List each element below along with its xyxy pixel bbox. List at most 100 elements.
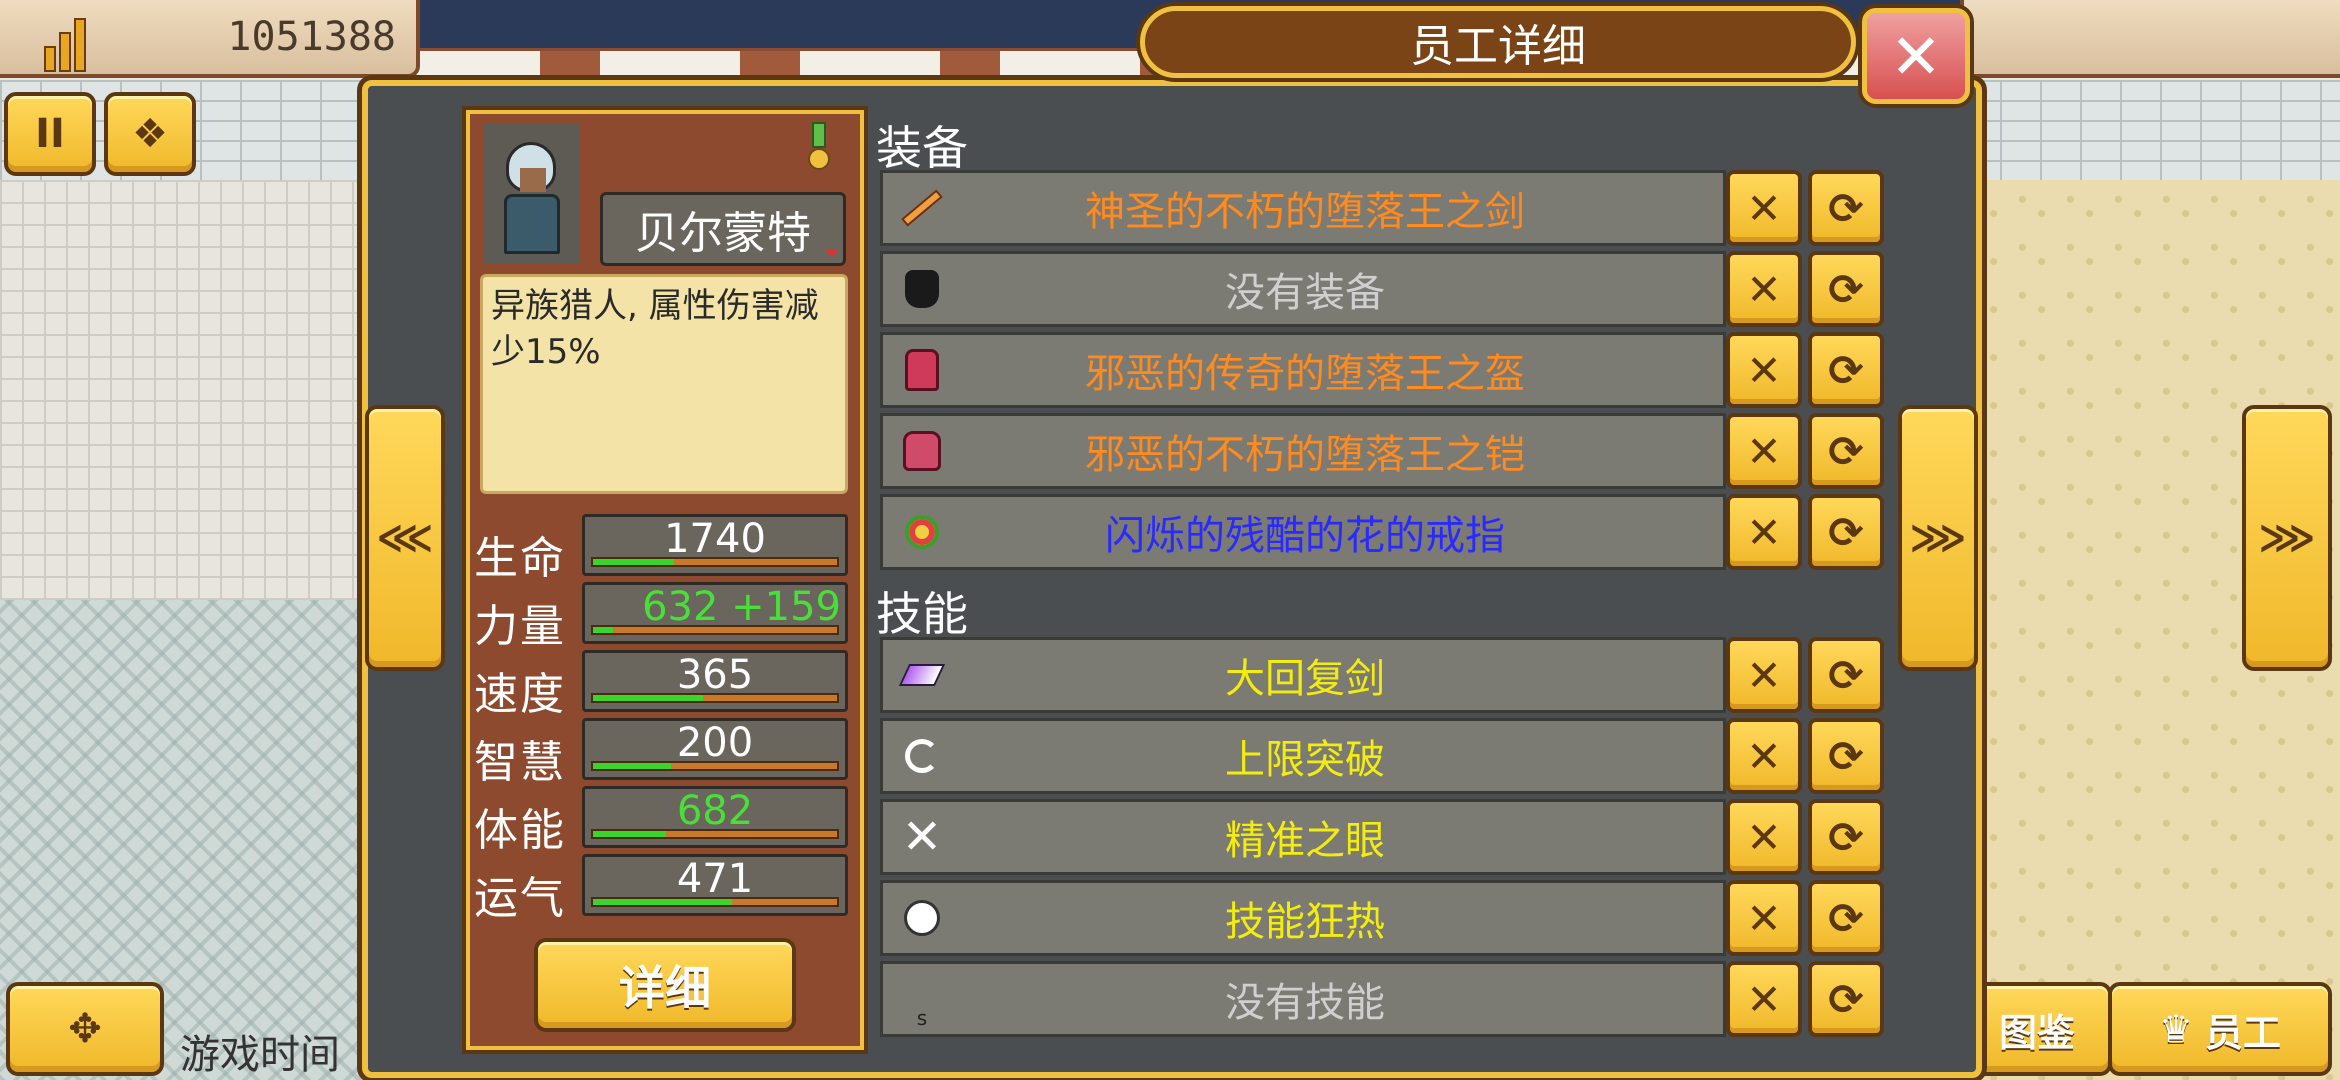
equipment-slot-body[interactable]: 闪烁的残酷的花的戒指	[880, 494, 1726, 570]
stat-row: 运气 471	[470, 854, 860, 924]
stat-label: 生命	[474, 533, 566, 584]
unequip-button[interactable]: ✕	[1726, 413, 1802, 489]
skill-slot[interactable]: s 没有技能 ✕ ⟳	[880, 961, 1886, 1037]
skill-slot-body[interactable]: s 没有技能	[880, 961, 1726, 1037]
cross-icon: ✕	[1746, 426, 1782, 476]
unequip-button[interactable]: ✕	[1726, 494, 1802, 570]
unequip-button[interactable]: ✕	[1726, 961, 1802, 1037]
equipment-name: 邪恶的传奇的堕落王之盔	[1085, 351, 1525, 397]
unequip-button[interactable]: ✕	[1726, 332, 1802, 408]
character-description: 异族猎人, 属性伤害减少15%	[480, 274, 848, 494]
skill-slot[interactable]: 大回复剑 ✕ ⟳	[880, 637, 1886, 713]
stat-progress-fill	[593, 763, 672, 769]
swap-icon: ⟳	[1828, 812, 1864, 862]
unequip-button[interactable]: ✕	[1726, 170, 1802, 246]
swap-button[interactable]: ⟳	[1808, 637, 1884, 713]
equipment-slot[interactable]: 没有装备 ✕ ⟳	[880, 251, 1886, 327]
character-name-field[interactable]: 贝尔蒙特	[600, 192, 846, 266]
skill-slot-body[interactable]: 技能狂热	[880, 880, 1726, 956]
unequip-button[interactable]: ✕	[1726, 251, 1802, 327]
skill-slot-body[interactable]: 大回复剑	[880, 637, 1726, 713]
stat-progress-fill	[593, 627, 613, 633]
ring-icon	[887, 497, 957, 567]
swap-icon: ⟳	[1828, 507, 1864, 557]
swap-icon: ⟳	[1828, 731, 1864, 781]
stat-value: 632 +159	[642, 584, 841, 630]
medal-icon	[806, 122, 832, 172]
next-page-button[interactable]: ⋙	[2242, 405, 2332, 671]
stat-value: 471	[676, 856, 754, 902]
gem-icon: ❖	[132, 111, 168, 157]
dropdown-caret-icon	[825, 249, 839, 257]
stats-list: 生命 1740 力量 632 +159 速度 365 智慧 200 体能 682 运气 471	[470, 514, 860, 924]
cross-icon: ✕	[1746, 893, 1782, 943]
equipment-slot[interactable]: 邪恶的传奇的堕落王之盔 ✕ ⟳	[880, 332, 1886, 408]
equipment-slot-body[interactable]: 没有装备	[880, 251, 1726, 327]
skill-slot-body[interactable]: 上限突破	[880, 718, 1726, 794]
skill-slot[interactable]: 上限突破 ✕ ⟳	[880, 718, 1886, 794]
chain-icon	[887, 721, 957, 791]
swap-button[interactable]: ⟳	[1808, 332, 1884, 408]
swap-button[interactable]: ⟳	[1808, 799, 1884, 875]
equipment-slot[interactable]: 邪恶的不朽的堕落王之铠 ✕ ⟳	[880, 413, 1886, 489]
cross-icon: ✕	[1746, 974, 1782, 1024]
double-arrow-right-icon: ⋙	[1909, 515, 1967, 561]
skill-name: 没有技能	[1225, 980, 1385, 1026]
stat-row: 速度 365	[470, 650, 860, 720]
gem-button[interactable]: ❖	[104, 92, 196, 176]
equipment-name: 神圣的不朽的堕落王之剑	[1085, 189, 1525, 235]
swap-button[interactable]: ⟳	[1808, 880, 1884, 956]
equipment-slot[interactable]: 神圣的不朽的堕落王之剑 ✕ ⟳	[880, 170, 1886, 246]
unequip-button[interactable]: ✕	[1726, 799, 1802, 875]
stat-row: 力量 632 +159	[470, 582, 860, 652]
coin-stack-icon	[30, 2, 100, 72]
stat-progress-bar	[591, 761, 839, 771]
game-time-label: 游戏时间	[180, 1032, 340, 1078]
staff-button[interactable]: ♛ 员工	[2108, 982, 2332, 1076]
swap-icon: ⟳	[1828, 426, 1864, 476]
skill-name: 技能狂热	[1225, 899, 1385, 945]
stat-label: 速度	[474, 669, 566, 720]
equipment-slot[interactable]: 闪烁的残酷的花的戒指 ✕ ⟳	[880, 494, 1886, 570]
skill-slot-body[interactable]: ✕ 精准之眼	[880, 799, 1726, 875]
unequip-button[interactable]: ✕	[1726, 718, 1802, 794]
character-portrait	[484, 124, 580, 264]
skill-slot[interactable]: 技能狂热 ✕ ⟳	[880, 880, 1886, 956]
equipment-slot-body[interactable]: 神圣的不朽的堕落王之剑	[880, 170, 1726, 246]
stat-value-box: 200	[582, 718, 848, 780]
stat-progress-bar	[591, 829, 839, 839]
swap-button[interactable]: ⟳	[1808, 494, 1884, 570]
armor-icon	[887, 416, 957, 486]
swap-button[interactable]: ⟳	[1808, 170, 1884, 246]
cross-icon: ✕	[1746, 650, 1782, 700]
stat-row: 智慧 200	[470, 718, 860, 788]
crossed-swords-icon: ✕	[901, 809, 943, 865]
stat-progress-bar	[591, 625, 839, 635]
swap-button[interactable]: ⟳	[1808, 413, 1884, 489]
unequip-button[interactable]: ✕	[1726, 880, 1802, 956]
stat-progress-fill	[593, 831, 667, 837]
previous-employee-button[interactable]: ⋘	[365, 405, 445, 671]
skill-slot[interactable]: ✕ 精准之眼 ✕ ⟳	[880, 799, 1886, 875]
swap-button[interactable]: ⟳	[1808, 718, 1884, 794]
stat-label: 运气	[474, 873, 566, 924]
close-button[interactable]: ✕	[1862, 8, 1970, 104]
detail-button[interactable]: 详细	[534, 938, 796, 1032]
atlas-button[interactable]: 图鉴	[1962, 982, 2112, 1076]
next-employee-button[interactable]: ⋙	[1898, 405, 1978, 671]
swap-button[interactable]: ⟳	[1808, 961, 1884, 1037]
stat-progress-bar	[591, 897, 839, 907]
equipment-slot-body[interactable]: 邪恶的不朽的堕落王之铠	[880, 413, 1726, 489]
top-right-bar	[1960, 0, 2340, 78]
skill-name: 大回复剑	[1225, 656, 1385, 702]
stat-progress-fill	[593, 695, 703, 701]
swap-button[interactable]: ⟳	[1808, 251, 1884, 327]
money-bar: 1051388	[0, 0, 420, 78]
unequip-button[interactable]: ✕	[1726, 637, 1802, 713]
cross-icon: ✕	[1746, 264, 1782, 314]
move-button[interactable]: ✥	[6, 982, 164, 1076]
pause-button[interactable]: II	[4, 92, 96, 176]
equipment-name: 没有装备	[1225, 270, 1385, 316]
swap-icon: ⟳	[1828, 650, 1864, 700]
equipment-slot-body[interactable]: 邪恶的传奇的堕落王之盔	[880, 332, 1726, 408]
